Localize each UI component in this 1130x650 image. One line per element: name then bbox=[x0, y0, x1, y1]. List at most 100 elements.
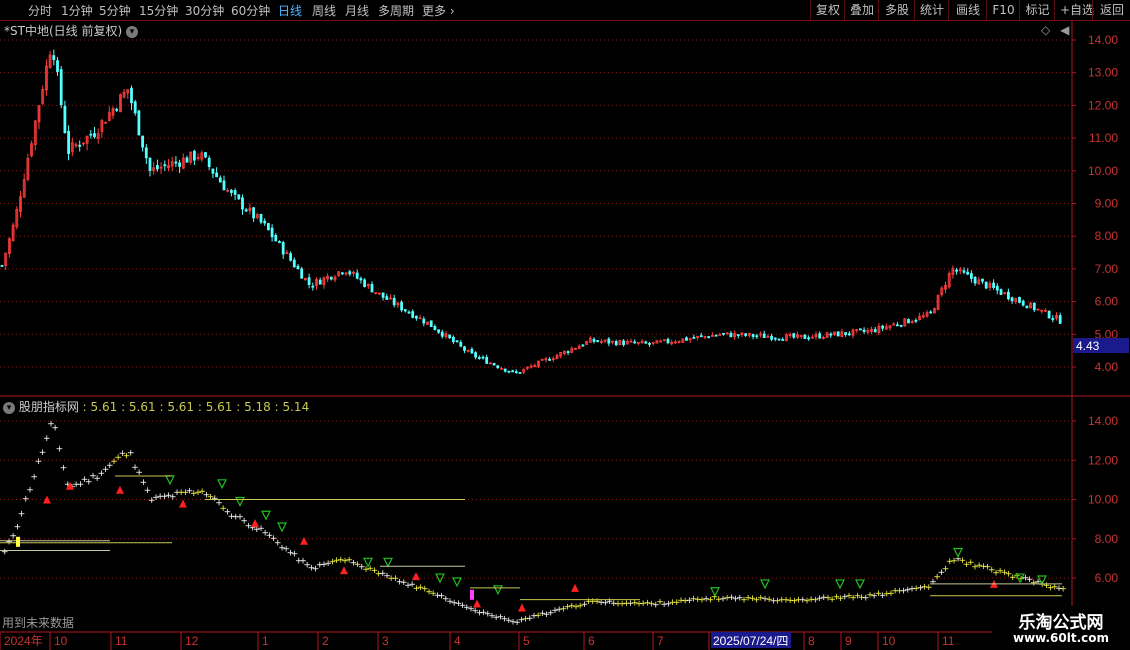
period-tab-2[interactable]: 5分钟 bbox=[99, 2, 131, 19]
candle-body bbox=[455, 340, 459, 343]
candle-body bbox=[844, 332, 847, 335]
candle-body bbox=[896, 324, 899, 327]
period-tab-7[interactable]: 周线 bbox=[312, 2, 336, 19]
settings-icon[interactable]: ◀ bbox=[1060, 23, 1069, 37]
candle-body bbox=[237, 194, 241, 200]
candle-body bbox=[836, 331, 840, 337]
buy-marker bbox=[340, 566, 348, 575]
candle-body bbox=[899, 324, 903, 327]
toolbar-button-2[interactable]: 多股 bbox=[878, 0, 915, 20]
candle-body bbox=[981, 278, 984, 282]
indicator-dropdown-icon[interactable]: ▾ bbox=[3, 401, 15, 414]
candle-body bbox=[93, 133, 96, 138]
candle-body bbox=[807, 337, 810, 340]
sell-marker bbox=[493, 585, 503, 596]
candle-body bbox=[859, 328, 862, 331]
candle-body bbox=[89, 133, 93, 136]
x-tick-label: 11 bbox=[115, 634, 128, 648]
diamond-icon[interactable]: ◇ bbox=[1041, 23, 1050, 37]
y-tick-label: 6.00 bbox=[1095, 295, 1119, 309]
candle-body bbox=[862, 329, 866, 332]
candle-body bbox=[259, 214, 263, 223]
candle-body bbox=[803, 334, 807, 339]
candle-body bbox=[511, 370, 515, 373]
x-tick-label: 9 bbox=[845, 634, 852, 648]
toolbar-button-1[interactable]: 叠加 bbox=[844, 0, 879, 20]
period-tab-8[interactable]: 月线 bbox=[345, 2, 369, 19]
candle-body bbox=[818, 333, 822, 339]
toolbar-button-4[interactable]: 画线 bbox=[948, 0, 987, 20]
candle-body bbox=[348, 271, 352, 275]
candle-body bbox=[984, 281, 988, 289]
candle-body bbox=[470, 348, 474, 354]
toolbar-button-0[interactable]: 复权 bbox=[810, 0, 845, 20]
buy-marker bbox=[473, 599, 481, 608]
x-tick-label: 7 bbox=[657, 634, 664, 648]
candle-body bbox=[481, 356, 485, 359]
candle-body bbox=[485, 356, 489, 364]
indicator-name[interactable]: 股朋指标网 bbox=[19, 400, 79, 414]
candle-body bbox=[133, 101, 137, 114]
period-tab-5[interactable]: 60分钟 bbox=[231, 2, 270, 19]
candle-body bbox=[707, 336, 711, 339]
candle-body bbox=[1018, 296, 1021, 303]
candle-body bbox=[207, 157, 211, 168]
x-tick-label: 3 bbox=[382, 634, 389, 648]
future-data-note: 用到未来数据 bbox=[2, 616, 75, 630]
candle-body bbox=[174, 161, 178, 164]
candle-body bbox=[492, 363, 496, 366]
candle-body bbox=[233, 190, 237, 195]
chart-area[interactable]: 14.00 13.00 12.00 11.00 10.00 9.00 8.00 7.00 6.0… bbox=[0, 20, 1130, 650]
toolbar-button-6[interactable]: 标记 bbox=[1019, 0, 1055, 20]
period-tab-10[interactable]: 更多 › bbox=[422, 2, 455, 19]
candle-body bbox=[385, 296, 389, 300]
candle-body bbox=[411, 311, 415, 318]
toolbar-button-8[interactable]: 返回 bbox=[1092, 0, 1130, 20]
candle-body bbox=[144, 147, 148, 159]
candle-body bbox=[229, 189, 233, 193]
kline-chart[interactable]: 14.0013.0012.0011.0010.009.008.007.006.0… bbox=[0, 20, 1130, 650]
period-tab-6[interactable]: 日线 bbox=[278, 2, 302, 19]
period-tab-9[interactable]: 多周期 bbox=[378, 2, 414, 19]
candle-body bbox=[548, 358, 551, 361]
period-tab-3[interactable]: 15分钟 bbox=[139, 2, 178, 19]
candle-body bbox=[307, 277, 311, 285]
candle-body bbox=[592, 338, 596, 342]
candle-body bbox=[622, 340, 625, 346]
period-tab-0[interactable]: 分时 bbox=[28, 2, 52, 19]
candle-body bbox=[300, 268, 304, 279]
signal-dot: + bbox=[39, 448, 47, 458]
title-dropdown-icon[interactable]: ▾ bbox=[125, 25, 138, 38]
candle-body bbox=[995, 285, 999, 291]
candle-body bbox=[992, 282, 995, 288]
buy-marker bbox=[518, 603, 526, 612]
signal-dot: + bbox=[9, 531, 17, 541]
candle-body bbox=[722, 332, 725, 335]
y-tick-label: 9.00 bbox=[1095, 197, 1119, 211]
sell-marker bbox=[835, 579, 845, 590]
candle-body bbox=[163, 164, 167, 167]
candle-body bbox=[685, 337, 688, 341]
candle-body bbox=[363, 279, 367, 287]
period-tab-1[interactable]: 1分钟 bbox=[61, 2, 93, 19]
ind-y-tick-label: 12.00 bbox=[1088, 453, 1118, 467]
sell-marker bbox=[261, 510, 271, 521]
toolbar-button-5[interactable]: F10 bbox=[986, 0, 1020, 20]
candle-body bbox=[518, 372, 522, 374]
candle-body bbox=[0, 265, 4, 267]
period-tab-4[interactable]: 30分钟 bbox=[185, 2, 224, 19]
sell-marker bbox=[165, 475, 175, 486]
candle-body bbox=[433, 326, 437, 331]
candle-body bbox=[215, 172, 219, 178]
candle-body bbox=[648, 343, 651, 345]
candle-body bbox=[1021, 300, 1025, 306]
x-tick-label: 10 bbox=[882, 634, 896, 648]
candle-body bbox=[744, 333, 748, 336]
x-tick-label: 6 bbox=[588, 634, 595, 648]
chart-tools: ◇ ◀ bbox=[1041, 23, 1069, 37]
candle-body bbox=[148, 157, 152, 171]
candle-body bbox=[78, 144, 82, 147]
x-tick-label: 2 bbox=[322, 634, 329, 648]
toolbar-button-7[interactable]: +自选 bbox=[1054, 0, 1094, 20]
toolbar-button-3[interactable]: 统计 bbox=[914, 0, 949, 20]
